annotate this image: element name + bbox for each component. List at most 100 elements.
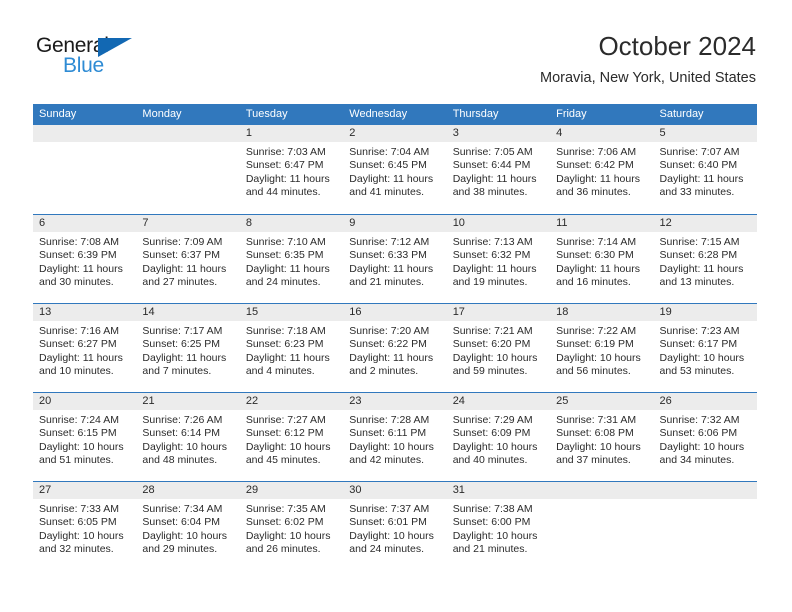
weekday-header-thursday: Thursday xyxy=(452,108,499,120)
day-detail: Sunrise: 7:04 AM Sunset: 6:45 PM Daylight:… xyxy=(343,142,446,200)
day-cell[interactable]: 13 Sunrise: 7:16 AM Sunset: 6:27 PM Dayligh… xyxy=(33,304,137,392)
sunset-text: Sunset: 6:04 PM xyxy=(142,516,221,529)
day-detail: Sunrise: 7:27 AM Sunset: 6:12 PM Daylight:… xyxy=(240,410,343,468)
day-number: 23 xyxy=(343,393,447,410)
day-detail: Sunrise: 7:03 AM Sunset: 6:47 PM Daylight:… xyxy=(240,142,343,200)
day-cell[interactable]: 14 Sunrise: 7:17 AM Sunset: 6:25 PM Dayligh… xyxy=(136,304,240,392)
day-cell[interactable]: 22 Sunrise: 7:27 AM Sunset: 6:12 PM Dayligh… xyxy=(239,393,344,481)
day-detail: Sunrise: 7:34 AM Sunset: 6:04 PM Daylight:… xyxy=(136,499,239,557)
day-cell[interactable]: 9 Sunrise: 7:12 AM Sunset: 6:33 PM Daylight… xyxy=(343,215,447,303)
day-number: 13 xyxy=(33,304,137,321)
sunrise-text: Sunrise: 7:29 AM xyxy=(452,414,533,426)
day-cell[interactable]: 6 Sunrise: 7:08 AM Sunset: 6:39 PM Daylight… xyxy=(33,215,137,303)
day-cell[interactable]: 16 Sunrise: 7:20 AM Sunset: 6:22 PM Dayligh… xyxy=(343,304,447,392)
sunset-text: Sunset: 6:42 PM xyxy=(556,159,634,172)
day-cell[interactable]: 25 Sunrise: 7:31 AM Sunset: 6:08 PM Dayligh… xyxy=(550,393,654,481)
daylight-text-line1: Daylight: 11 hours xyxy=(349,262,434,275)
sunset-text: Sunset: 6:47 PM xyxy=(245,159,324,172)
day-cell[interactable]: 10 Sunrise: 7:13 AM Sunset: 6:32 PM Dayligh… xyxy=(446,215,551,303)
day-cell[interactable]: 23 Sunrise: 7:28 AM Sunset: 6:11 PM Dayligh… xyxy=(343,393,447,481)
sunrise-text: Sunrise: 7:12 AM xyxy=(349,236,430,248)
daylight-text-line1: Daylight: 11 hours xyxy=(245,351,330,364)
daylight-text-line1: Daylight: 10 hours xyxy=(452,440,538,453)
daylight-text-line2: and 24 minutes. xyxy=(245,276,321,289)
day-cell[interactable]: 7 Sunrise: 7:09 AM Sunset: 6:37 PM Daylight… xyxy=(136,215,240,303)
day-cell[interactable]: 17 Sunrise: 7:21 AM Sunset: 6:20 PM Dayligh… xyxy=(446,304,551,392)
day-number: 29 xyxy=(239,482,344,499)
daylight-text-line1: Daylight: 10 hours xyxy=(245,529,331,542)
day-cell[interactable]: 19 Sunrise: 7:23 AM Sunset: 6:17 PM Dayligh… xyxy=(653,304,757,392)
day-cell[interactable]: 3 Sunrise: 7:05 AM Sunset: 6:44 PM Daylight… xyxy=(446,125,551,214)
day-detail: Sunrise: 7:06 AM Sunset: 6:42 PM Daylight:… xyxy=(550,142,653,200)
day-cell[interactable]: 29 Sunrise: 7:35 AM Sunset: 6:02 PM Dayligh… xyxy=(239,482,344,570)
weekday-header-row: Sunday Monday Tuesday Wednesday Thursday… xyxy=(33,104,757,125)
day-cell[interactable]: 18 Sunrise: 7:22 AM Sunset: 6:19 PM Dayligh… xyxy=(550,304,654,392)
sunrise-text: Sunrise: 7:22 AM xyxy=(556,325,637,337)
sunrise-text: Sunrise: 7:16 AM xyxy=(39,325,119,337)
weekday-header-wednesday: Wednesday xyxy=(349,108,408,120)
weekday-header-monday: Monday xyxy=(142,108,182,120)
day-cell[interactable]: 5 Sunrise: 7:07 AM Sunset: 6:40 PM Daylight… xyxy=(653,125,757,214)
day-cell[interactable]: 4 Sunrise: 7:06 AM Sunset: 6:42 PM Daylight… xyxy=(550,125,654,214)
day-number: 19 xyxy=(653,304,757,321)
day-detail: Sunrise: 7:12 AM Sunset: 6:33 PM Daylight:… xyxy=(343,232,446,290)
day-detail: Sunrise: 7:15 AM Sunset: 6:28 PM Daylight:… xyxy=(654,232,757,290)
day-detail: Sunrise: 7:24 AM Sunset: 6:15 PM Daylight:… xyxy=(33,410,136,468)
sunset-text: Sunset: 6:01 PM xyxy=(349,516,427,529)
sunset-text: Sunset: 6:22 PM xyxy=(349,338,427,351)
day-number: 12 xyxy=(653,215,757,232)
day-cell[interactable]: 31 Sunrise: 7:38 AM Sunset: 6:00 PM Dayligh… xyxy=(446,482,551,570)
sunset-text: Sunset: 6:19 PM xyxy=(556,338,634,351)
day-detail: Sunrise: 7:22 AM Sunset: 6:19 PM Daylight:… xyxy=(550,321,653,379)
day-cell-empty xyxy=(653,482,757,570)
daylight-text-line1: Daylight: 10 hours xyxy=(349,529,434,542)
day-cell[interactable]: 26 Sunrise: 7:32 AM Sunset: 6:06 PM Dayligh… xyxy=(653,393,757,481)
daylight-text-line2: and 42 minutes. xyxy=(349,454,424,467)
general-blue-logo[interactable]: General Blue xyxy=(36,34,156,82)
day-number: 4 xyxy=(550,125,654,142)
day-detail: Sunrise: 7:07 AM Sunset: 6:40 PM Daylight:… xyxy=(654,142,757,200)
sunset-text: Sunset: 6:11 PM xyxy=(349,427,427,440)
day-cell[interactable]: 11 Sunrise: 7:14 AM Sunset: 6:30 PM Dayligh… xyxy=(550,215,654,303)
sunrise-text: Sunrise: 7:09 AM xyxy=(142,236,223,248)
day-number: 14 xyxy=(136,304,240,321)
sunset-text: Sunset: 6:35 PM xyxy=(245,249,324,262)
sunrise-text: Sunrise: 7:23 AM xyxy=(659,325,740,337)
day-number: 7 xyxy=(136,215,240,232)
calendar-grid: Sunday Monday Tuesday Wednesday Thursday… xyxy=(33,104,757,570)
daylight-text-line1: Daylight: 11 hours xyxy=(556,172,640,185)
sunrise-text: Sunrise: 7:08 AM xyxy=(39,236,119,248)
day-detail: Sunrise: 7:32 AM Sunset: 6:06 PM Daylight:… xyxy=(654,410,757,468)
day-cell[interactable]: 30 Sunrise: 7:37 AM Sunset: 6:01 PM Dayligh… xyxy=(343,482,447,570)
day-cell[interactable]: 27 Sunrise: 7:33 AM Sunset: 6:05 PM Dayligh… xyxy=(33,482,137,570)
day-cell[interactable]: 15 Sunrise: 7:18 AM Sunset: 6:23 PM Dayligh… xyxy=(239,304,344,392)
day-cell[interactable]: 8 Sunrise: 7:10 AM Sunset: 6:35 PM Daylight… xyxy=(239,215,344,303)
day-number: 26 xyxy=(653,393,757,410)
title-block: October 2024 Moravia, New York, United S… xyxy=(540,32,756,87)
calendar-week-row: 6 Sunrise: 7:08 AM Sunset: 6:39 PM Daylight… xyxy=(33,214,757,303)
day-detail: Sunrise: 7:18 AM Sunset: 6:23 PM Daylight:… xyxy=(240,321,343,379)
day-cell[interactable]: 1 Sunrise: 7:03 AM Sunset: 6:47 PM Daylight… xyxy=(239,125,344,214)
daylight-text-line2: and 2 minutes. xyxy=(349,365,419,378)
daylight-text-line2: and 33 minutes. xyxy=(659,186,735,199)
day-cell[interactable]: 28 Sunrise: 7:34 AM Sunset: 6:04 PM Dayligh… xyxy=(136,482,240,570)
daylight-text-line1: Daylight: 11 hours xyxy=(39,262,123,275)
day-cell[interactable]: 2 Sunrise: 7:04 AM Sunset: 6:45 PM Daylight… xyxy=(343,125,447,214)
daylight-text-line1: Daylight: 10 hours xyxy=(142,440,228,453)
day-detail: Sunrise: 7:33 AM Sunset: 6:05 PM Daylight:… xyxy=(33,499,136,557)
day-number xyxy=(653,482,757,499)
daylight-text-line1: Daylight: 10 hours xyxy=(39,529,124,542)
calendar-week-row: 27 Sunrise: 7:33 AM Sunset: 6:05 PM Dayligh… xyxy=(33,481,757,570)
day-number: 18 xyxy=(550,304,654,321)
page-header: General Blue October 2024 Moravia, New Y… xyxy=(0,0,792,100)
day-cell[interactable]: 21 Sunrise: 7:26 AM Sunset: 6:14 PM Dayligh… xyxy=(136,393,240,481)
day-cell[interactable]: 12 Sunrise: 7:15 AM Sunset: 6:28 PM Dayligh… xyxy=(653,215,757,303)
daylight-text-line1: Daylight: 11 hours xyxy=(349,172,434,185)
weekday-header-tuesday: Tuesday xyxy=(245,108,288,120)
day-cell[interactable]: 20 Sunrise: 7:24 AM Sunset: 6:15 PM Dayligh… xyxy=(33,393,137,481)
day-number: 9 xyxy=(343,215,447,232)
sunset-text: Sunset: 6:33 PM xyxy=(349,249,427,262)
daylight-text-line1: Daylight: 11 hours xyxy=(659,172,744,185)
day-cell[interactable]: 24 Sunrise: 7:29 AM Sunset: 6:09 PM Dayligh… xyxy=(446,393,551,481)
daylight-text-line1: Daylight: 10 hours xyxy=(349,440,434,453)
